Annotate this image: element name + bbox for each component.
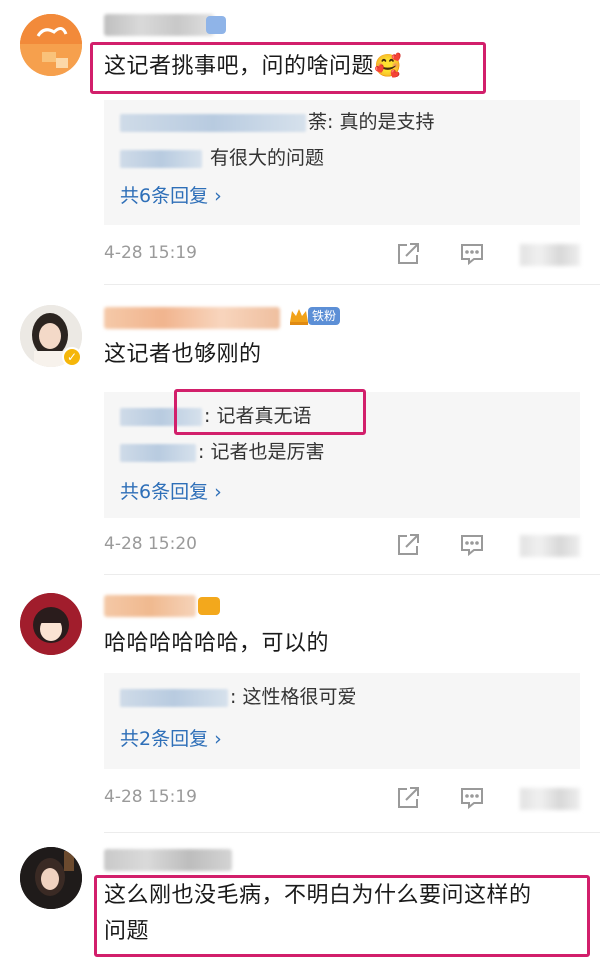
like-icon[interactable]	[520, 788, 580, 810]
avatar[interactable]	[20, 847, 82, 909]
timestamp: 4-28 15:19	[104, 243, 197, 263]
fan-badge	[206, 16, 226, 34]
comment-item-3: 哈哈哈哈哈哈，可以的 : 这性格很可爱 共2条回复 › 4-28 15:19	[0, 575, 600, 835]
comment-icon[interactable]	[458, 784, 486, 812]
divider	[104, 832, 600, 833]
share-icon[interactable]	[394, 784, 422, 812]
comment-icon[interactable]	[458, 240, 486, 268]
username-blurred[interactable]	[104, 307, 280, 329]
more-replies-link[interactable]: 共6条回复 ›	[120, 478, 222, 506]
comment-text: 哈哈哈哈哈哈，可以的	[104, 631, 330, 656]
comment-text: 这记者也够刚的	[104, 342, 262, 367]
timestamp: 4-28 15:19	[104, 787, 197, 807]
highlight-box	[94, 875, 590, 957]
like-icon[interactable]	[520, 244, 580, 266]
reply-username-blurred	[120, 688, 228, 707]
username-blurred[interactable]	[104, 849, 232, 871]
reply-item[interactable]: 有很大的问题	[120, 144, 324, 172]
like-icon[interactable]	[520, 535, 580, 557]
reply-item[interactable]: 荼: 真的是支持	[120, 108, 434, 136]
share-icon[interactable]	[394, 531, 422, 559]
avatar[interactable]	[20, 593, 82, 655]
reply-username-blurred	[120, 113, 306, 132]
comment-item-1: 这记者挑事吧，问的啥问题🥰 荼: 真的是支持 有很大的问题 共6条回复 › 4-…	[0, 0, 600, 285]
reply-box: : 这性格很可爱 共2条回复 ›	[104, 673, 580, 769]
level-badge	[198, 597, 220, 615]
reply-text: 荼: 真的是支持	[308, 111, 435, 133]
fan-badge: 铁粉	[308, 307, 341, 325]
more-replies-link[interactable]: 共2条回复 ›	[120, 725, 222, 753]
share-icon[interactable]	[394, 240, 422, 268]
comment-item-2: ✓ 铁粉 这记者也够刚的 : 记者真无语 : 记者也是厉害 共6条回复 › 4-…	[0, 285, 600, 575]
reply-text: 有很大的问题	[210, 147, 325, 169]
reply-item[interactable]: : 这性格很可爱	[120, 683, 356, 711]
comment-meta: 4-28 15:19	[104, 240, 580, 270]
highlight-box	[174, 389, 366, 435]
comment-meta: 4-28 15:19	[104, 784, 580, 814]
highlight-box	[90, 42, 486, 94]
verified-icon: ✓	[62, 347, 82, 367]
reply-username-blurred	[120, 443, 196, 462]
comment-item-4: 这么刚也没毛病，不明白为什么要问这样的 问题	[0, 835, 600, 963]
comment-meta: 4-28 15:20	[104, 531, 580, 561]
comment-icon[interactable]	[458, 531, 486, 559]
crown-icon	[288, 305, 310, 327]
avatar[interactable]	[20, 14, 82, 76]
reply-box: 荼: 真的是支持 有很大的问题 共6条回复 ›	[104, 100, 580, 225]
reply-username-blurred	[120, 149, 202, 168]
reply-text: : 这性格很可爱	[230, 686, 357, 708]
reply-text: : 记者也是厉害	[198, 441, 325, 463]
username-blurred[interactable]	[104, 14, 214, 36]
more-replies-link[interactable]: 共6条回复 ›	[120, 182, 222, 210]
timestamp: 4-28 15:20	[104, 534, 197, 554]
username-blurred[interactable]	[104, 595, 196, 617]
reply-item[interactable]: : 记者也是厉害	[120, 438, 324, 466]
